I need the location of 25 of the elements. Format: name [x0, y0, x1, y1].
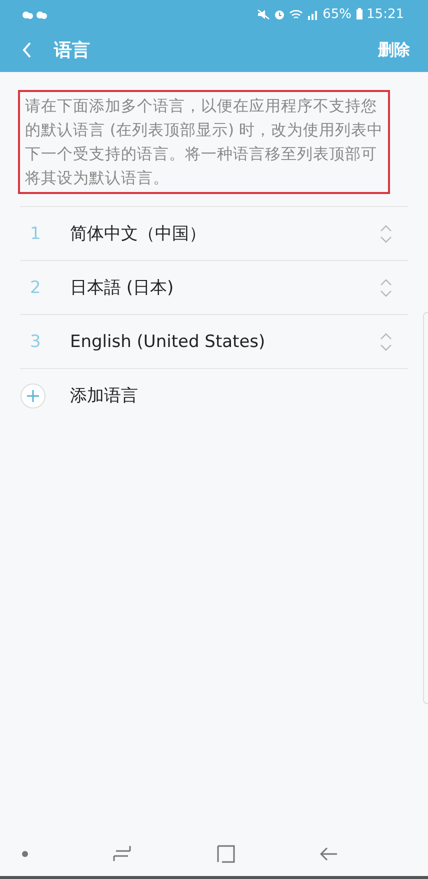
language-number: 1 [29, 224, 42, 244]
wifi-icon [288, 8, 303, 20]
battery-icon [356, 8, 363, 20]
language-row[interactable]: 3 English (United States) [20, 314, 408, 368]
language-name: 简体中文（中国） [70, 223, 207, 245]
add-language-row[interactable]: 添加语言 [20, 368, 408, 422]
language-row[interactable]: 2 日本語 (日本) [20, 260, 408, 314]
language-name: English (United States) [70, 332, 266, 352]
alarm-icon [274, 8, 285, 20]
language-row[interactable]: 1 简体中文（中国） [20, 206, 408, 260]
battery-percent: 65% [322, 6, 352, 22]
recent-apps-icon[interactable] [113, 846, 132, 862]
language-number: 2 [29, 278, 42, 298]
dot-icon[interactable] [22, 851, 28, 857]
add-icon [20, 382, 46, 408]
mute-icon [256, 8, 270, 20]
signal-icon [306, 8, 319, 20]
page-title: 语言 [54, 39, 91, 62]
language-number: 3 [29, 332, 42, 352]
status-time: 15:21 [366, 6, 404, 22]
add-language-label: 添加语言 [70, 385, 139, 407]
back-icon[interactable] [320, 847, 338, 861]
description-text: 请在下面添加多个语言，以便在应用程序不支持您的默认语言 (在列表顶部显示) 时，改为使用列表中下一个受支持的语言。将一种语言移至列表顶部可将其设为默认语言。 [18, 90, 390, 194]
home-icon[interactable] [216, 845, 235, 863]
language-name: 日本語 (日本) [70, 277, 175, 299]
